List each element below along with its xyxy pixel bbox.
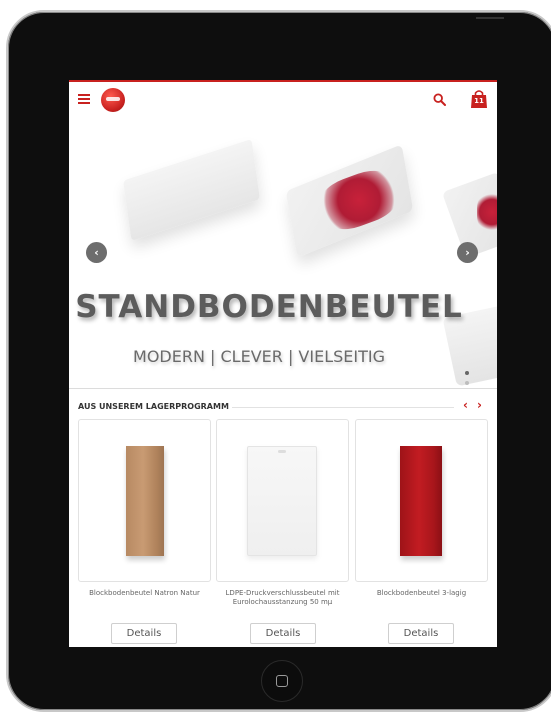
product-image	[477, 192, 497, 232]
details-button[interactable]: Details	[250, 623, 316, 644]
tablet-screen: 11 ‹ › STANDBODENBEUTEL MODERN | CLEVER …	[69, 80, 497, 647]
product-name[interactable]: Blockbodenbeutel Natron Natur	[78, 589, 211, 598]
product-image	[123, 138, 260, 242]
carousel-prev-icon[interactable]: ‹	[463, 398, 468, 412]
shopping-bag-icon[interactable]: 11	[470, 89, 488, 109]
hero-slider: ‹ › STANDBODENBEUTEL MODERN | CLEVER | V…	[69, 120, 497, 388]
product-card[interactable]	[355, 419, 488, 582]
cart-count-badge: 11	[474, 97, 484, 105]
product-image	[400, 446, 442, 556]
hamburger-menu-icon[interactable]	[78, 94, 90, 104]
slider-dot[interactable]	[465, 381, 469, 385]
product-card[interactable]	[216, 419, 349, 582]
details-button[interactable]: Details	[111, 623, 177, 644]
hero-title: STANDBODENBEUTEL	[75, 289, 463, 325]
section-title: AUS UNSEREM LAGERPROGRAMM	[78, 402, 229, 411]
product-name[interactable]: LDPE-Druckverschlussbeutel mit Eurolocha…	[216, 589, 349, 607]
carousel-next-icon[interactable]: ›	[477, 398, 482, 412]
hero-subtitle: MODERN | CLEVER | VIELSEITIG	[133, 347, 385, 366]
product-card[interactable]	[78, 419, 211, 582]
brand-logo[interactable]	[101, 88, 125, 112]
slider-dots	[465, 371, 469, 388]
product-name[interactable]: Blockbodenbeutel 3-lagig	[355, 589, 488, 598]
tablet-sensor	[476, 17, 504, 19]
slider-dot[interactable]	[465, 371, 469, 375]
chevron-right-icon[interactable]: ›	[457, 242, 478, 263]
chevron-left-icon[interactable]: ‹	[86, 242, 107, 263]
product-image	[247, 446, 317, 556]
details-button[interactable]: Details	[388, 623, 454, 644]
divider	[232, 407, 454, 408]
home-button[interactable]	[261, 660, 303, 702]
home-icon	[276, 675, 288, 687]
divider	[69, 388, 497, 389]
product-image	[126, 446, 164, 556]
site-header: 11	[69, 82, 497, 120]
search-icon[interactable]	[433, 93, 446, 106]
